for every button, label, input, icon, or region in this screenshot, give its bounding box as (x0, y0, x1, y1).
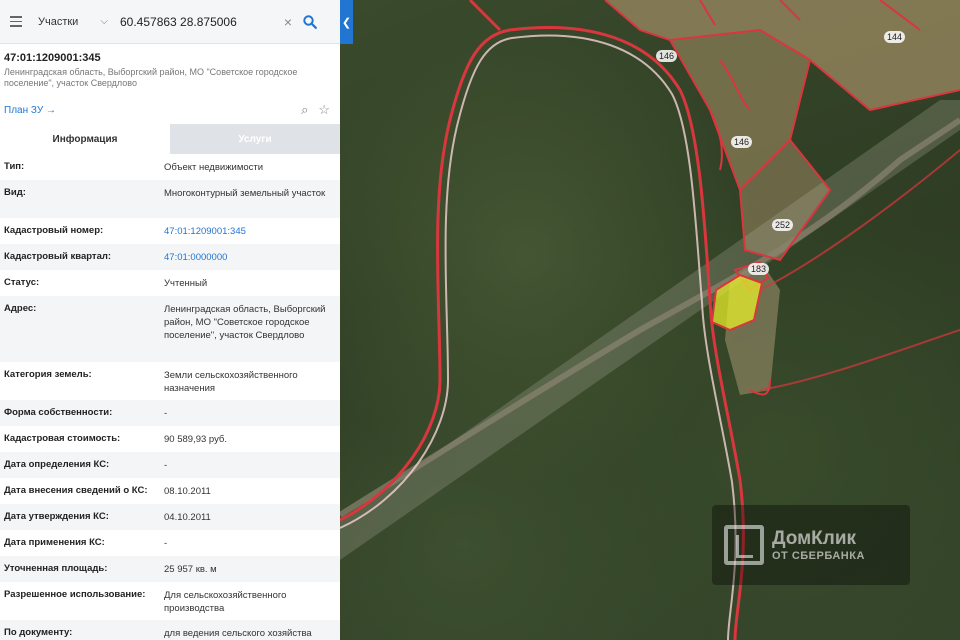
plan-tools: ⌕ ☆ (301, 102, 330, 118)
row-key: Дата внесения сведений о КС: (4, 485, 148, 496)
table-row: Уточненная площадь: 25 957 кв. м (0, 556, 340, 582)
tab-services[interactable]: Услуги (170, 124, 340, 154)
plan-link[interactable]: План ЗУ → (4, 105, 56, 116)
tab-info[interactable]: Информация (0, 124, 170, 154)
row-value: Многоконтурный земельный участок (164, 188, 326, 199)
page-title: 47:01:1209001:345 (4, 52, 101, 64)
row-value: Для сельскохозяйственного производства (164, 590, 287, 614)
domclick-watermark: ДомКлик ОТ СБЕРБАНКА (712, 505, 910, 585)
search-bar: Участки ⌵ × (0, 0, 340, 44)
table-row: Дата применения КС: - (0, 530, 340, 556)
parcel-label[interactable]: 252 (772, 219, 794, 231)
layer-select[interactable]: Участки ⌵ (32, 16, 112, 28)
row-value: Учтенный (164, 278, 208, 289)
row-value: 25 957 кв. м (164, 564, 217, 575)
chevron-down-icon: ⌵ (100, 16, 108, 27)
layer-select-value: Участки (38, 15, 79, 28)
info-panel: Участки ⌵ × 47:01:1209001:345 Ленинградс… (0, 0, 340, 640)
domclick-logo-icon (724, 525, 764, 565)
row-key: Вид: (4, 187, 26, 198)
row-key: Категория земель: (4, 369, 92, 380)
table-row: Дата определения КС: - (0, 452, 340, 478)
parcel-address: Ленинградская область, Выборгский район,… (4, 67, 298, 88)
parcel-boundary (468, 0, 502, 32)
search-button[interactable] (296, 0, 324, 44)
row-value: - (164, 538, 168, 549)
table-row: Кадастровый квартал: 47:01:0000000 (0, 244, 340, 270)
parcel-header: 47:01:1209001:345 Ленинградская область,… (0, 44, 340, 89)
row-key: Форма собственности: (4, 407, 113, 418)
row-key: Кадастровый квартал: (4, 251, 112, 262)
collapse-panel-button[interactable]: ❮ (340, 0, 353, 44)
row-value: - (164, 408, 168, 419)
row-value: Объект недвижимости (164, 162, 264, 173)
row-key: Адрес: (4, 303, 37, 314)
row-key: Дата применения КС: (4, 537, 105, 548)
parcel-label[interactable]: 146 (731, 136, 753, 148)
close-icon[interactable]: × (280, 14, 296, 30)
table-row: Тип: Объект недвижимости (0, 154, 340, 180)
zoom-to-icon[interactable]: ⌕ (301, 102, 308, 118)
row-key: Кадастровая стоимость: (4, 433, 121, 444)
table-row: По документу: для ведения сельского хозяй… (0, 620, 340, 640)
table-row: Кадастровая стоимость: 90 589,93 руб. (0, 426, 340, 452)
parcel-label[interactable]: 183 (748, 263, 770, 275)
table-row: Категория земель: Земли сельскохозяйствен… (0, 362, 340, 400)
search-input[interactable] (112, 14, 280, 29)
menu-icon[interactable] (0, 0, 32, 44)
parcel-label[interactable]: 146 (656, 50, 678, 62)
table-row: Дата утверждения КС: 04.10.2011 (0, 504, 340, 530)
row-key: Разрешенное использование: (4, 589, 146, 600)
watermark-subtitle: ОТ СБЕРБАНКА (772, 550, 865, 562)
clearing-strip (340, 100, 960, 560)
table-row: Форма собственности: - (0, 400, 340, 426)
map-view[interactable]: 146 144 146 252 183 ДомКлик ОТ СБЕРБАНКА (340, 0, 960, 640)
row-key: Кадастровый номер: (4, 225, 104, 236)
info-table: Тип: Объект недвижимости Вид: Многоконтурн… (0, 154, 340, 640)
row-value: - (164, 460, 168, 471)
row-value: для ведения сельского хозяйства (164, 628, 312, 639)
watermark-title: ДомКлик (772, 528, 857, 549)
row-key: Дата утверждения КС: (4, 511, 109, 522)
row-value: 04.10.2011 (164, 512, 211, 523)
table-row: Кадастровый номер: 47:01:1209001:345 (0, 218, 340, 244)
parcel-label[interactable]: 144 (884, 31, 906, 43)
cadastral-number-link[interactable]: 47:01:1209001:345 (164, 218, 334, 244)
cadastral-quarter-link[interactable]: 47:01:0000000 (164, 244, 334, 270)
parcel-boundary (340, 26, 745, 640)
row-key: По документу: (4, 627, 73, 638)
search-icon (303, 14, 317, 29)
parcel-boundary (340, 34, 737, 640)
tabs: Информация Услуги (0, 124, 340, 154)
row-key: Тип: (4, 161, 25, 172)
row-value: 08.10.2011 (164, 486, 211, 497)
table-row: Дата внесения сведений о КС: 08.10.2011 (0, 478, 340, 504)
row-key: Статус: (4, 277, 40, 288)
chevron-left-icon: ❮ (341, 16, 352, 29)
table-row: Вид: Многоконтурный земельный участок (0, 180, 340, 218)
table-row: Разрешенное использование: Для сельскохоз… (0, 582, 340, 620)
table-row: Статус: Учтенный (0, 270, 340, 296)
row-key: Уточненная площадь: (4, 563, 108, 574)
row-value: Ленинградская область, Выборгский район,… (164, 304, 326, 341)
row-value: 90 589,93 руб. (164, 434, 228, 445)
table-row: Адрес: Ленинградская область, Выборгский … (0, 296, 340, 362)
plan-row: План ЗУ → ⌕ ☆ (0, 89, 340, 122)
row-key: Дата определения КС: (4, 459, 110, 470)
star-icon[interactable]: ☆ (318, 102, 330, 118)
row-value: Земли сельскохозяйственного назначения (164, 370, 298, 394)
